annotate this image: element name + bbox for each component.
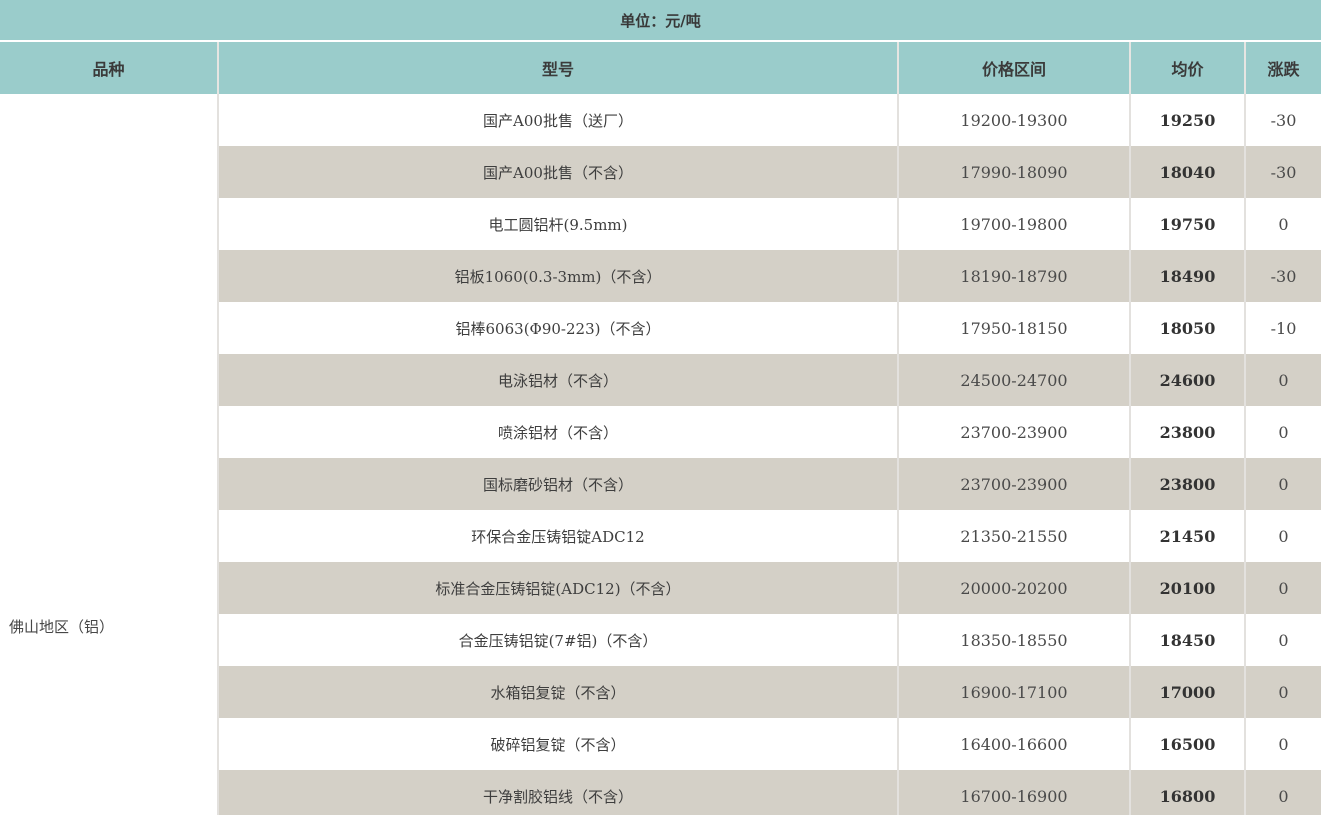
price-range-cell: 20000-20200	[897, 562, 1130, 614]
table-header-row: 品种 型号 价格区间 均价 涨跌	[0, 42, 1321, 94]
price-range-cell: 17950-18150	[897, 302, 1130, 354]
model-cell: 标准合金压铸铝锭(ADC12)（不含）	[218, 562, 898, 614]
avg-price-cell: 17000	[1129, 666, 1245, 718]
model-cell: 喷涂铝材（不含）	[218, 406, 898, 458]
change-cell: -30	[1244, 250, 1321, 302]
model-cell: 国产A00批售（不含）	[218, 146, 898, 198]
model-cell: 干净割胶铝线（不含）	[218, 770, 898, 815]
avg-price-cell: 18040	[1129, 146, 1245, 198]
col-header-variety: 品种	[0, 42, 218, 94]
table-row: 佛山地区（铝） 国产A00批售（送厂） 19200-19300 19250 -3…	[0, 94, 1321, 815]
model-cell: 国产A00批售（送厂）	[218, 94, 898, 146]
change-cell: -30	[1244, 94, 1321, 146]
price-range-cell: 23700-23900	[897, 406, 1130, 458]
model-cell: 合金压铸铝锭(7#铝)（不含）	[218, 614, 898, 666]
price-range-cell: 16900-17100	[897, 666, 1130, 718]
avg-price-cell: 18050	[1129, 302, 1245, 354]
region-cell: 佛山地区（铝）	[0, 94, 219, 815]
model-cell: 破碎铝复锭（不含）	[218, 718, 898, 770]
model-cell: 水箱铝复锭（不含）	[218, 666, 898, 718]
change-cell: 0	[1244, 458, 1321, 510]
model-cell: 电泳铝材（不含）	[218, 354, 898, 406]
col-header-price-range: 价格区间	[897, 42, 1130, 94]
price-range-cell: 16400-16600	[897, 718, 1130, 770]
model-cell: 铝棒6063(Φ90-223)（不含）	[218, 302, 898, 354]
change-cell: 0	[1244, 406, 1321, 458]
change-cell: 0	[1244, 614, 1321, 666]
avg-price-cell: 21450	[1129, 510, 1245, 562]
price-range-cell: 19200-19300	[897, 94, 1130, 146]
avg-price-cell: 16800	[1129, 770, 1245, 815]
avg-price-cell: 19250	[1129, 94, 1245, 146]
price-range-cell: 18350-18550	[897, 614, 1130, 666]
aluminum-price-table: 品种 型号 价格区间 均价 涨跌 佛山地区（铝） 国产A00批售（送厂） 192…	[0, 42, 1321, 815]
avg-price-cell: 24600	[1129, 354, 1245, 406]
model-cell: 铝板1060(0.3-3mm)（不含）	[218, 250, 898, 302]
change-cell: 0	[1244, 562, 1321, 614]
price-range-cell: 16700-16900	[897, 770, 1130, 815]
price-range-cell: 21350-21550	[897, 510, 1130, 562]
price-table-page: 单位：元/吨 品种 型号 价格区间 均价 涨跌 佛山地区（铝） 国产A00批售（…	[0, 0, 1321, 815]
avg-price-cell: 18490	[1129, 250, 1245, 302]
model-cell: 环保合金压铸铝锭ADC12	[218, 510, 898, 562]
change-cell: -10	[1244, 302, 1321, 354]
price-range-cell: 18190-18790	[897, 250, 1130, 302]
price-range-cell: 17990-18090	[897, 146, 1130, 198]
unit-label: 单位：元/吨	[620, 11, 701, 30]
price-range-cell: 24500-24700	[897, 354, 1130, 406]
unit-bar: 单位：元/吨	[0, 0, 1321, 40]
avg-price-cell: 19750	[1129, 198, 1245, 250]
col-header-change: 涨跌	[1244, 42, 1321, 94]
change-cell: 0	[1244, 510, 1321, 562]
change-cell: 0	[1244, 718, 1321, 770]
change-cell: 0	[1244, 198, 1321, 250]
col-header-avg-price: 均价	[1129, 42, 1245, 94]
change-cell: 0	[1244, 770, 1321, 815]
avg-price-cell: 16500	[1129, 718, 1245, 770]
price-range-cell: 19700-19800	[897, 198, 1130, 250]
avg-price-cell: 20100	[1129, 562, 1245, 614]
price-range-cell: 23700-23900	[897, 458, 1130, 510]
avg-price-cell: 23800	[1129, 458, 1245, 510]
region-label: 佛山地区（铝）	[9, 618, 115, 636]
col-header-model: 型号	[217, 42, 898, 94]
avg-price-cell: 18450	[1129, 614, 1245, 666]
change-cell: 0	[1244, 666, 1321, 718]
model-cell: 电工圆铝杆(9.5mm)	[218, 198, 898, 250]
change-cell: -30	[1244, 146, 1321, 198]
avg-price-cell: 23800	[1129, 406, 1245, 458]
model-cell: 国标磨砂铝材（不含）	[218, 458, 898, 510]
change-cell: 0	[1244, 354, 1321, 406]
